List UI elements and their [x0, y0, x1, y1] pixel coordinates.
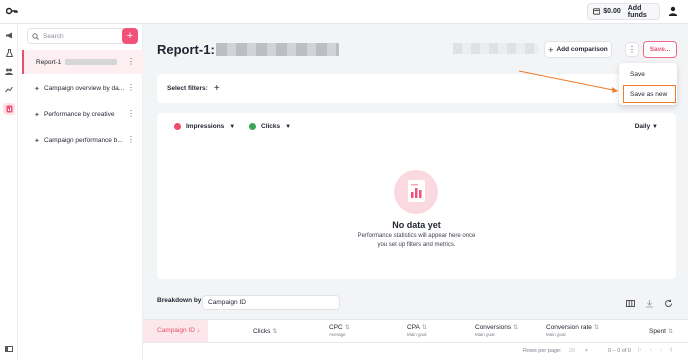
add-funds-button[interactable]: Add funds [628, 5, 659, 19]
rail-item-audiences[interactable] [3, 65, 15, 77]
rows-per-page-label: Rows per page: [523, 348, 562, 354]
search-placeholder: Search [43, 32, 64, 40]
columns-icon[interactable] [626, 299, 635, 308]
download-icon[interactable] [645, 299, 654, 308]
report-item[interactable]: ✦ Campaign performance b... ⋮ [22, 128, 143, 152]
redacted-text [65, 59, 118, 65]
page-title: Report-1: [157, 42, 215, 57]
filters-bar: Select filters: + [157, 74, 676, 103]
first-page-icon[interactable]: |‹ [638, 347, 641, 353]
report-item-label: Report-1 [36, 58, 62, 66]
add-comparison-label: Add comparison [556, 46, 608, 53]
filters-label: Select filters: [167, 85, 208, 92]
clicks-color-dot [249, 123, 256, 130]
metric-selector-clicks[interactable]: Clicks ▼ [249, 123, 291, 130]
sparkle-icon: ✦ [34, 86, 40, 93]
new-report-button[interactable]: + [122, 28, 138, 44]
chart-card: Impressions ▼ Clicks ▼ Daily ▼ No data y… [157, 113, 676, 279]
redacted-title [216, 43, 339, 56]
report-item-label: Performance by creative [44, 110, 115, 118]
search-input[interactable]: Search [27, 28, 135, 44]
impressions-color-dot [174, 123, 181, 130]
document-chart-icon [408, 180, 425, 202]
reports-list-panel: Search + Report-1 ⋮ ✦ Campaign overview … [18, 24, 143, 360]
column-header-cpc[interactable]: CPC ⇅ Average [329, 324, 350, 338]
sort-icon: ⇅ [272, 329, 278, 335]
report-item[interactable]: Report-1 ⋮ [22, 50, 143, 74]
breakdown-select[interactable]: Campaign ID [202, 295, 340, 310]
rows-per-page-select[interactable]: 20 [569, 348, 575, 354]
wallet-widget[interactable]: $0.00 Add funds [587, 3, 660, 20]
page-range: 0 – 0 of 0 [608, 348, 631, 354]
menu-item-save[interactable]: Save [619, 66, 677, 84]
caret-down-icon: ▼ [652, 124, 658, 130]
key-logo-icon[interactable] [6, 6, 18, 16]
column-header-spent[interactable]: Spent ⇅ [649, 328, 673, 336]
more-actions-button[interactable]: ⋮ [625, 42, 639, 57]
rail-item-reports[interactable] [3, 103, 15, 115]
megaphone-icon [6, 32, 12, 38]
add-filter-button[interactable]: + [214, 83, 220, 94]
column-header-conversion-rate[interactable]: Conversion rate ⇅ Main goal [546, 324, 599, 338]
icon-rail [0, 24, 18, 360]
empty-state-subtitle: Performance statistics will appear here … [357, 233, 476, 248]
search-icon [32, 32, 39, 40]
more-options-icon[interactable]: ⋮ [127, 57, 135, 66]
metric-selector-impressions[interactable]: Impressions ▼ [174, 123, 235, 130]
empty-state-illustration [394, 170, 438, 214]
rail-item-campaigns[interactable] [3, 29, 15, 41]
sort-icon: ⇅ [593, 325, 599, 331]
pagination-bar: Rows per page: 20 ▾ 0 – 0 of 0 |‹ ‹ › ›| [143, 343, 688, 360]
redacted-text [453, 43, 538, 54]
sort-icon: ⇅ [421, 325, 427, 331]
report-item-label: Campaign performance b... [44, 136, 123, 144]
caret-down-icon: ▼ [285, 123, 292, 130]
more-options-icon[interactable]: ⋮ [127, 83, 135, 92]
chevron-down-icon: ▾ [585, 348, 588, 354]
user-account-icon[interactable] [668, 6, 678, 16]
column-header-campaign-id[interactable]: Campaign ID ↓ [143, 320, 208, 342]
top-bar: $0.00 Add funds [0, 0, 688, 24]
save-menu: Save Save as new [619, 63, 677, 105]
report-item[interactable]: ✦ Campaign overview by da... ⋮ [22, 76, 143, 100]
menu-item-save-as-new[interactable]: Save as new [623, 85, 676, 103]
report-icon [6, 105, 12, 113]
table-header: Campaign ID ↓ Clicks ⇅ CPC ⇅ Average CPA ⇅ … [143, 319, 688, 343]
sort-icon: ⇅ [344, 325, 350, 331]
metric-label: Impressions [186, 123, 225, 130]
report-item-label: Campaign overview by da... [44, 84, 125, 92]
column-header-clicks[interactable]: Clicks ⇅ [253, 328, 277, 336]
rail-item-analytics[interactable] [3, 83, 15, 95]
granularity-selector[interactable]: Daily ▼ [635, 123, 658, 130]
report-main-area: Report-1: + Add comparison ⋮ Save... Sel… [143, 24, 688, 360]
analytics-icon [5, 86, 13, 92]
add-comparison-button[interactable]: + Add comparison [544, 41, 612, 58]
rail-item-creatives[interactable] [3, 47, 15, 59]
metric-label: Clicks [261, 123, 281, 130]
flask-icon [5, 49, 13, 57]
column-header-cpa[interactable]: CPA ⇅ Main goal [407, 324, 427, 338]
column-header-conversions[interactable]: Conversions ⇅ Main goal [475, 324, 518, 338]
sort-icon: ⇅ [513, 325, 519, 331]
report-item[interactable]: ✦ Performance by creative ⋮ [22, 102, 143, 126]
sparkle-icon: ✦ [34, 138, 40, 145]
granularity-label: Daily [634, 123, 651, 130]
sort-icon: ⇅ [668, 329, 674, 335]
more-options-icon[interactable]: ⋮ [127, 109, 135, 118]
next-page-icon[interactable]: › [660, 347, 662, 353]
plus-icon: + [548, 44, 554, 55]
empty-state-title: No data yet [392, 220, 441, 230]
previous-page-icon[interactable]: ‹ [650, 347, 652, 353]
last-page-icon[interactable]: ›| [669, 347, 672, 353]
caret-down-icon: ▼ [229, 123, 236, 130]
collapse-sidebar-icon[interactable] [5, 346, 13, 352]
breakdown-label: Breakdown by: [157, 297, 204, 304]
sparkle-icon: ✦ [34, 112, 40, 119]
wallet-icon [593, 8, 601, 15]
audience-icon [5, 68, 13, 75]
save-dropdown-button[interactable]: Save... [643, 41, 677, 58]
balance-value: $0.00 [603, 8, 621, 15]
refresh-icon[interactable] [664, 299, 673, 308]
more-options-icon[interactable]: ⋮ [127, 135, 135, 144]
